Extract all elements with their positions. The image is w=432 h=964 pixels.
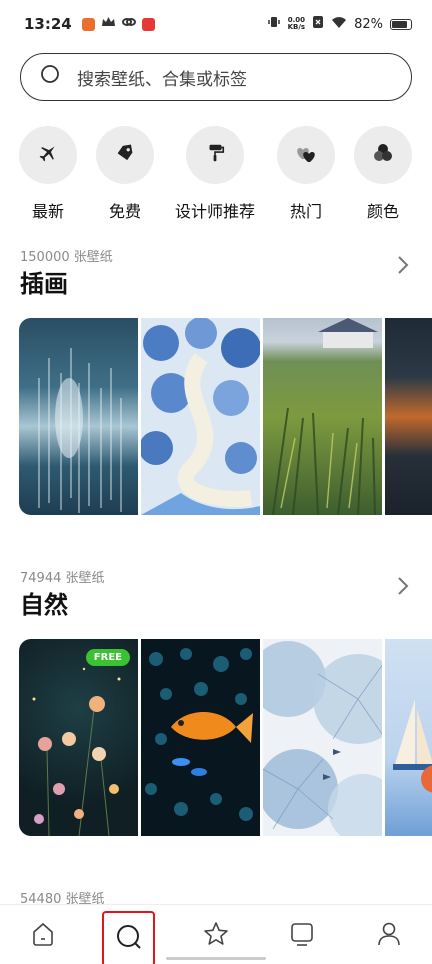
category-circle: [19, 126, 77, 184]
section-nature: 74944 张壁纸 自然 FREE: [0, 567, 432, 847]
free-badge: FREE: [85, 649, 130, 666]
net-speed-unit: KB/s: [287, 23, 306, 31]
wallpaper-thumb[interactable]: [385, 639, 432, 836]
section-count-unit: 张壁纸: [73, 250, 113, 265]
network-speed: 0.00 KB/s: [288, 17, 305, 31]
screen-icon: [288, 920, 316, 952]
hearts-icon: [294, 142, 318, 168]
paint-roller-icon: [204, 142, 226, 168]
section-count-value: 150000: [20, 250, 70, 265]
app-notification-icon: [81, 17, 95, 31]
wallpaper-art: [145, 648, 253, 821]
wallpaper-art: [263, 641, 382, 836]
search-bar[interactable]: 搜索壁纸、合集或标签: [20, 53, 412, 101]
wallpaper-thumb[interactable]: [141, 639, 260, 836]
wallpaper-thumb[interactable]: [263, 639, 382, 836]
category-row: 最新 免费 设计师推荐 热门 颜色: [0, 126, 432, 221]
color-dots-icon: [371, 141, 395, 169]
section-count: 74944 张壁纸: [20, 567, 105, 586]
category-label: 最新: [31, 202, 64, 221]
search-icon: [39, 63, 63, 91]
chevron-right-icon[interactable]: [396, 254, 410, 280]
section-count-value: 74944: [20, 571, 62, 586]
wallpaper-art: [141, 318, 260, 515]
section-count-unit: 张壁纸: [65, 571, 105, 586]
wallpaper-strip: FREE: [19, 639, 432, 836]
status-right: 0.00 KB/s 82%: [267, 15, 412, 33]
home-icon: [29, 920, 57, 952]
crown-notification-icon: [101, 16, 116, 32]
category-label: 设计师推荐: [174, 202, 255, 221]
category-color[interactable]: 颜色: [328, 126, 432, 222]
section-title[interactable]: 自然: [20, 585, 68, 620]
sim-icon: [312, 15, 324, 33]
category-label: 免费: [108, 202, 141, 221]
link-notification-icon: [121, 16, 136, 32]
airplane-icon: [37, 142, 59, 168]
wallpaper-thumb[interactable]: [385, 318, 432, 515]
nav-profile[interactable]: [364, 915, 414, 957]
star-icon: [202, 920, 230, 952]
wallpaper-thumb[interactable]: [19, 318, 138, 515]
category-circle: [96, 126, 154, 184]
section-illustration: 150000 张壁纸 插画: [0, 246, 432, 526]
category-label: 颜色: [366, 202, 399, 221]
battery-percent: 82%: [354, 16, 383, 32]
nav-favorites[interactable]: [191, 915, 241, 957]
wifi-icon: [331, 16, 347, 33]
tag-icon: [114, 142, 136, 168]
status-time: 13:24: [24, 15, 72, 33]
home-indicator: [166, 957, 266, 960]
category-circle: [277, 126, 335, 184]
category-label: 热门: [289, 202, 322, 221]
wallpaper-art: [272, 318, 378, 515]
nav-themes[interactable]: [277, 915, 327, 957]
status-bar: 13:24 0.00 KB/s 82%: [0, 0, 432, 48]
profile-icon: [375, 920, 403, 952]
wallpaper-thumb[interactable]: FREE: [19, 639, 138, 836]
status-left: 13:24: [24, 15, 155, 33]
mall-notification-icon: [141, 17, 155, 31]
bottom-navigation: [0, 904, 432, 964]
section-title[interactable]: 插画: [20, 264, 68, 299]
wallpaper-art: [393, 699, 432, 793]
vibrate-icon: [267, 15, 281, 33]
nav-home[interactable]: [18, 915, 68, 957]
wallpaper-thumb[interactable]: [263, 318, 382, 515]
category-circle: [354, 126, 412, 184]
nav-search[interactable]: [102, 911, 155, 964]
wallpaper-strip: [19, 318, 432, 515]
wallpaper-art: [38, 348, 122, 513]
wallpaper-thumb[interactable]: [141, 318, 260, 515]
search-placeholder: 搜索壁纸、合集或标签: [77, 69, 247, 90]
category-circle: [186, 126, 244, 184]
search-icon: [114, 922, 144, 956]
wallpaper-art: [32, 667, 121, 836]
battery-icon: [390, 18, 412, 30]
chevron-right-icon[interactable]: [396, 575, 410, 601]
section-count: 150000 张壁纸: [20, 246, 113, 265]
